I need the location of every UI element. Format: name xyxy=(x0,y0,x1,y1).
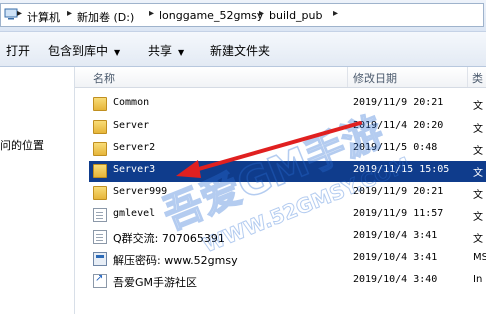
file-type: 文 xyxy=(473,212,483,223)
file-name: 吾爱GM手游社区 xyxy=(113,276,198,289)
file-row-qq-group[interactable]: Q群交流: 707065391 2019/10/4 3:41 文 xyxy=(89,227,486,248)
file-type: MS xyxy=(473,252,486,263)
file-date: 2019/10/4 3:41 xyxy=(353,252,438,263)
file-row-gmlevel[interactable]: gmlevel 2019/11/9 11:57 文 xyxy=(89,205,486,226)
file-name: Server3 xyxy=(113,164,156,175)
new-folder-button[interactable]: 新建文件夹 xyxy=(210,42,270,59)
column-divider[interactable] xyxy=(467,67,468,87)
breadcrumb-chevron-icon[interactable]: ▸ xyxy=(67,8,72,19)
file-row-community-link[interactable]: 吾爱GM手游社区 2019/10/4 3:40 In xyxy=(89,271,486,292)
file-date: 2019/11/5 0:48 xyxy=(353,142,438,153)
file-name: Server999 xyxy=(113,186,168,197)
breadcrumb-chevron-icon[interactable]: ▸ xyxy=(333,8,338,19)
file-list: 名称 修改日期 类 Common 2019/11/9 20:21 文 Serve… xyxy=(75,67,486,314)
breadcrumb-chevron-icon[interactable]: ▸ xyxy=(17,8,22,19)
file-date: 2019/11/15 15:05 xyxy=(353,164,450,175)
folder-icon xyxy=(93,142,107,156)
breadcrumb-chevron-icon[interactable]: ▸ xyxy=(149,8,154,19)
file-row-server999[interactable]: Server999 2019/11/9 20:21 文 xyxy=(89,183,486,204)
include-in-library-button[interactable]: 包含到库中 ▼ xyxy=(48,42,120,59)
address-bar: ▸ 计算机 ▸ 新加卷 (D:) ▸ longgame_52gmsy ▸ bui… xyxy=(0,0,486,32)
file-row-password[interactable]: 解压密码: www.52gmsy 2019/10/4 3:41 MS xyxy=(89,249,486,270)
file-row-common[interactable]: Common 2019/11/9 20:21 文 xyxy=(89,94,486,115)
file-type: 文 xyxy=(473,168,483,179)
file-date: 2019/11/4 20:20 xyxy=(353,120,444,131)
column-header-type[interactable]: 类 xyxy=(472,70,483,86)
folder-icon xyxy=(93,164,107,178)
folder-icon xyxy=(93,186,107,200)
file-type: 文 xyxy=(473,101,483,112)
file-name: Server2 xyxy=(113,142,156,153)
file-name: Common xyxy=(113,97,150,108)
file-date: 2019/11/9 20:21 xyxy=(353,186,444,197)
breadcrumb-folder-longgame[interactable]: longgame_52gmsy xyxy=(159,9,263,22)
file-icon xyxy=(93,208,107,222)
file-date: 2019/10/4 3:40 xyxy=(353,274,438,285)
breadcrumb-chevron-icon[interactable]: ▸ xyxy=(259,8,264,19)
exe-icon xyxy=(93,252,107,266)
file-name: gmlevel xyxy=(113,208,156,219)
file-name: Q群交流: 707065391 xyxy=(113,232,225,245)
share-label: 共享 xyxy=(148,44,173,58)
address-box[interactable]: ▸ 计算机 ▸ 新加卷 (D:) ▸ longgame_52gmsy ▸ bui… xyxy=(0,3,484,27)
link-icon xyxy=(93,273,107,288)
file-type: In xyxy=(473,274,483,285)
breadcrumb-drive[interactable]: 新加卷 (D:) xyxy=(77,9,134,25)
open-button[interactable]: 打开 xyxy=(6,42,30,59)
file-date: 2019/11/9 20:21 xyxy=(353,97,444,108)
file-date: 2019/11/9 11:57 xyxy=(353,208,444,219)
file-date: 2019/10/4 3:41 xyxy=(353,230,438,241)
navigation-pane: 问的位置 xyxy=(0,67,75,314)
column-header-bar: 名称 修改日期 类 xyxy=(75,67,486,88)
file-type: 文 xyxy=(473,146,483,157)
file-icon xyxy=(93,230,107,244)
column-divider[interactable] xyxy=(347,67,348,87)
dropdown-arrow-icon: ▼ xyxy=(114,48,121,57)
nav-item-recent-places[interactable]: 问的位置 xyxy=(0,137,44,153)
include-in-library-label: 包含到库中 xyxy=(48,44,109,58)
file-name: 解压密码: www.52gmsy xyxy=(113,254,238,267)
dropdown-arrow-icon: ▼ xyxy=(178,48,185,57)
column-header-modified[interactable]: 修改日期 xyxy=(353,70,397,86)
file-type: 文 xyxy=(473,190,483,201)
file-row-server3[interactable]: Server3 2019/11/15 15:05 文 xyxy=(89,161,486,182)
file-type: 文 xyxy=(473,234,483,245)
computer-icon xyxy=(4,8,18,20)
command-bar: 打开 包含到库中 ▼ 共享 ▼ 新建文件夹 xyxy=(0,32,486,67)
breadcrumb-computer[interactable]: 计算机 xyxy=(27,9,60,25)
column-header-name[interactable]: 名称 xyxy=(93,70,115,86)
file-name: Server xyxy=(113,120,150,131)
file-type: 文 xyxy=(473,124,483,135)
file-row-server2[interactable]: Server2 2019/11/5 0:48 文 xyxy=(89,139,486,160)
breadcrumb-folder-build-pub[interactable]: build_pub xyxy=(269,9,323,22)
folder-icon xyxy=(93,120,107,134)
share-button[interactable]: 共享 ▼ xyxy=(148,42,184,59)
folder-icon xyxy=(93,97,107,111)
file-row-server[interactable]: Server 2019/11/4 20:20 文 xyxy=(89,117,486,138)
